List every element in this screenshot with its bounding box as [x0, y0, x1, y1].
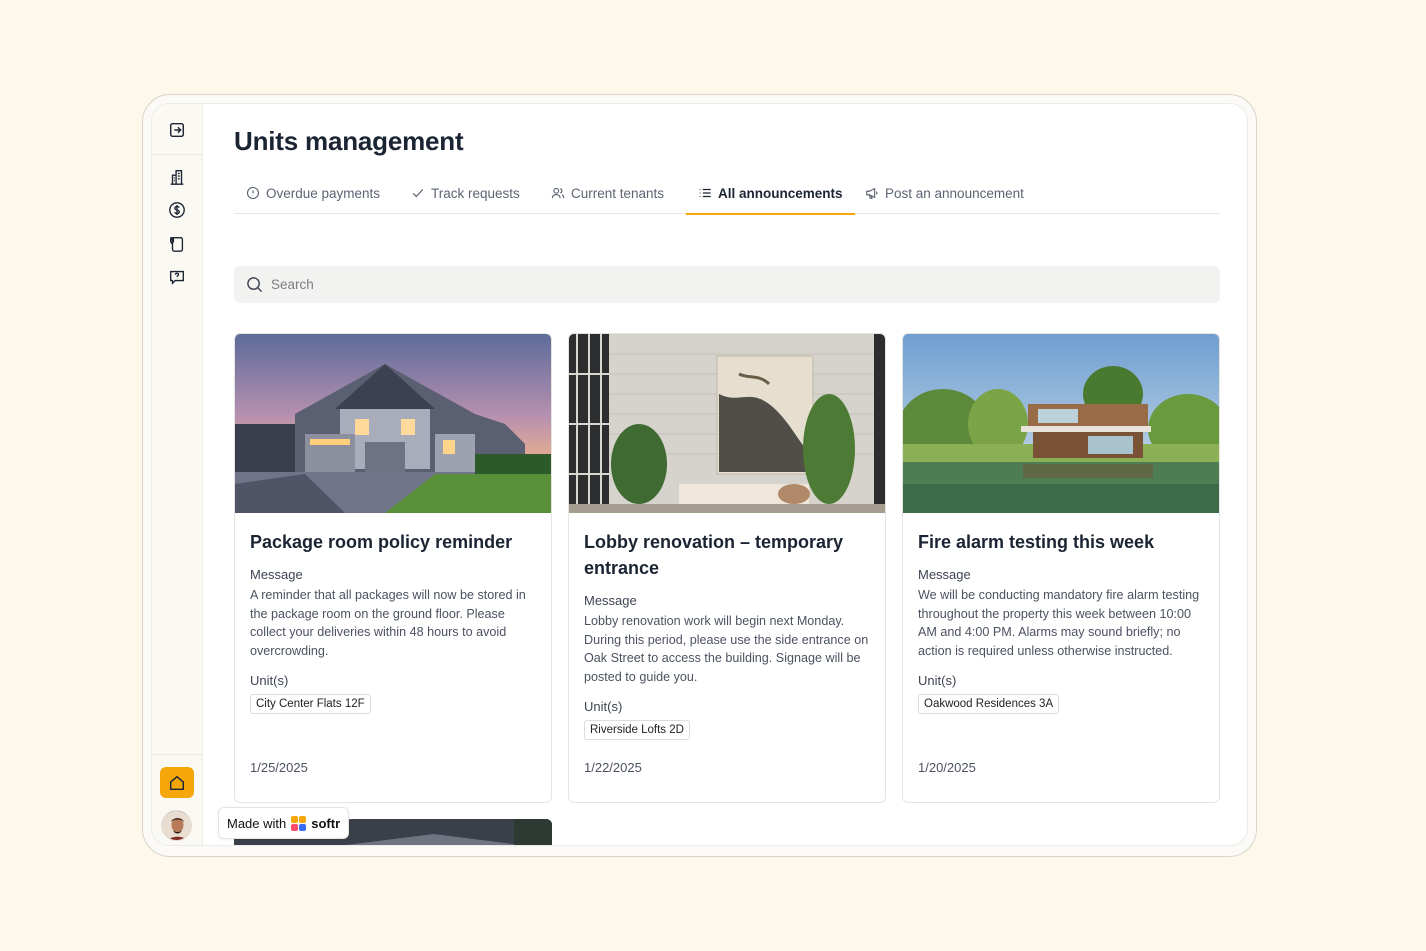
card-body: Fire alarm testing this week Message We … [918, 513, 1204, 802]
tab-label: All announcements [718, 185, 843, 201]
card-image-house [235, 334, 551, 513]
sign-in-icon[interactable] [166, 119, 188, 141]
unit-chip: Riverside Lofts 2D [584, 719, 690, 740]
message-label: Message [918, 567, 971, 582]
sidebar-divider [152, 154, 203, 155]
message-label: Message [584, 593, 637, 608]
message-text: A reminder that all packages will now be… [250, 588, 526, 659]
sidebar [152, 104, 203, 845]
list-icon [699, 188, 711, 198]
search-icon [247, 277, 263, 293]
card-title: Package room policy reminder [250, 532, 513, 552]
megaphone-icon [866, 187, 878, 199]
tab-overdue-payments[interactable]: Overdue payments [246, 172, 380, 214]
units-label: Unit(s) [584, 698, 623, 714]
users-icon [551, 187, 565, 199]
question-chat-icon[interactable] [166, 266, 188, 288]
units-label: Unit(s) [250, 672, 289, 688]
softr-logo-icon [291, 815, 307, 831]
card-date: 1/20/2025 [918, 760, 976, 775]
card-body: Package room policy reminder Message A r… [250, 513, 536, 802]
tab-label: Current tenants [571, 185, 665, 201]
message-label: Message [250, 567, 303, 582]
tab-label: Track requests [431, 185, 520, 201]
card-image-lobby [569, 334, 885, 513]
units-label: Unit(s) [918, 672, 957, 688]
search-bar [234, 266, 1220, 303]
softr-brand-text: softr [311, 815, 341, 831]
message-text: We will be conducting mandatory fire ala… [918, 588, 1200, 659]
user-avatar[interactable] [161, 810, 192, 841]
home-button[interactable] [160, 767, 194, 798]
main-content: Units management Overdue payments Track … [234, 104, 1220, 845]
home-icon [169, 775, 185, 790]
card-image-lakehouse [903, 334, 1219, 513]
announcement-card[interactable]: Fire alarm testing this week Message We … [902, 333, 1220, 803]
tab-current-tenants[interactable]: Current tenants [551, 172, 664, 214]
card-title: Lobby renovation – temporary entrance [584, 532, 844, 578]
dollar-circle-icon[interactable] [166, 199, 188, 221]
announcement-card[interactable]: Package room policy reminder Message A r… [234, 333, 552, 803]
card-date: 1/22/2025 [584, 760, 642, 775]
message-text: Lobby renovation work will begin next Mo… [584, 614, 869, 685]
announcement-card[interactable]: Lobby renovation – temporary entrance Me… [568, 333, 886, 803]
clipboard-icon[interactable] [166, 233, 188, 255]
tab-all-announcements[interactable]: All announcements [686, 172, 855, 215]
unit-chip: City Center Flats 12F [250, 693, 371, 714]
tab-bar: Overdue payments Track requests Current … [234, 172, 1220, 215]
check-icon [412, 189, 424, 198]
made-with-softr-badge[interactable]: Made with softr [218, 807, 350, 839]
card-date: 1/25/2025 [250, 760, 308, 775]
page-title: Units management [234, 126, 464, 156]
alert-circle-icon [246, 186, 260, 200]
tab-post-announcement[interactable]: Post an announcement [865, 172, 1024, 214]
tab-label: Overdue payments [266, 185, 381, 201]
search-input[interactable] [271, 277, 1171, 292]
card-title: Fire alarm testing this week [918, 532, 1155, 552]
tab-label: Post an announcement [885, 185, 1024, 201]
sidebar-divider [152, 754, 203, 755]
app-window: Units management Overdue payments Track … [151, 103, 1248, 846]
tab-track-requests[interactable]: Track requests [411, 172, 520, 214]
unit-chip: Oakwood Residences 3A [918, 693, 1060, 714]
made-with-text: Made with [227, 815, 287, 831]
card-body: Lobby renovation – temporary entrance Me… [584, 513, 870, 802]
building-icon[interactable] [166, 166, 188, 188]
